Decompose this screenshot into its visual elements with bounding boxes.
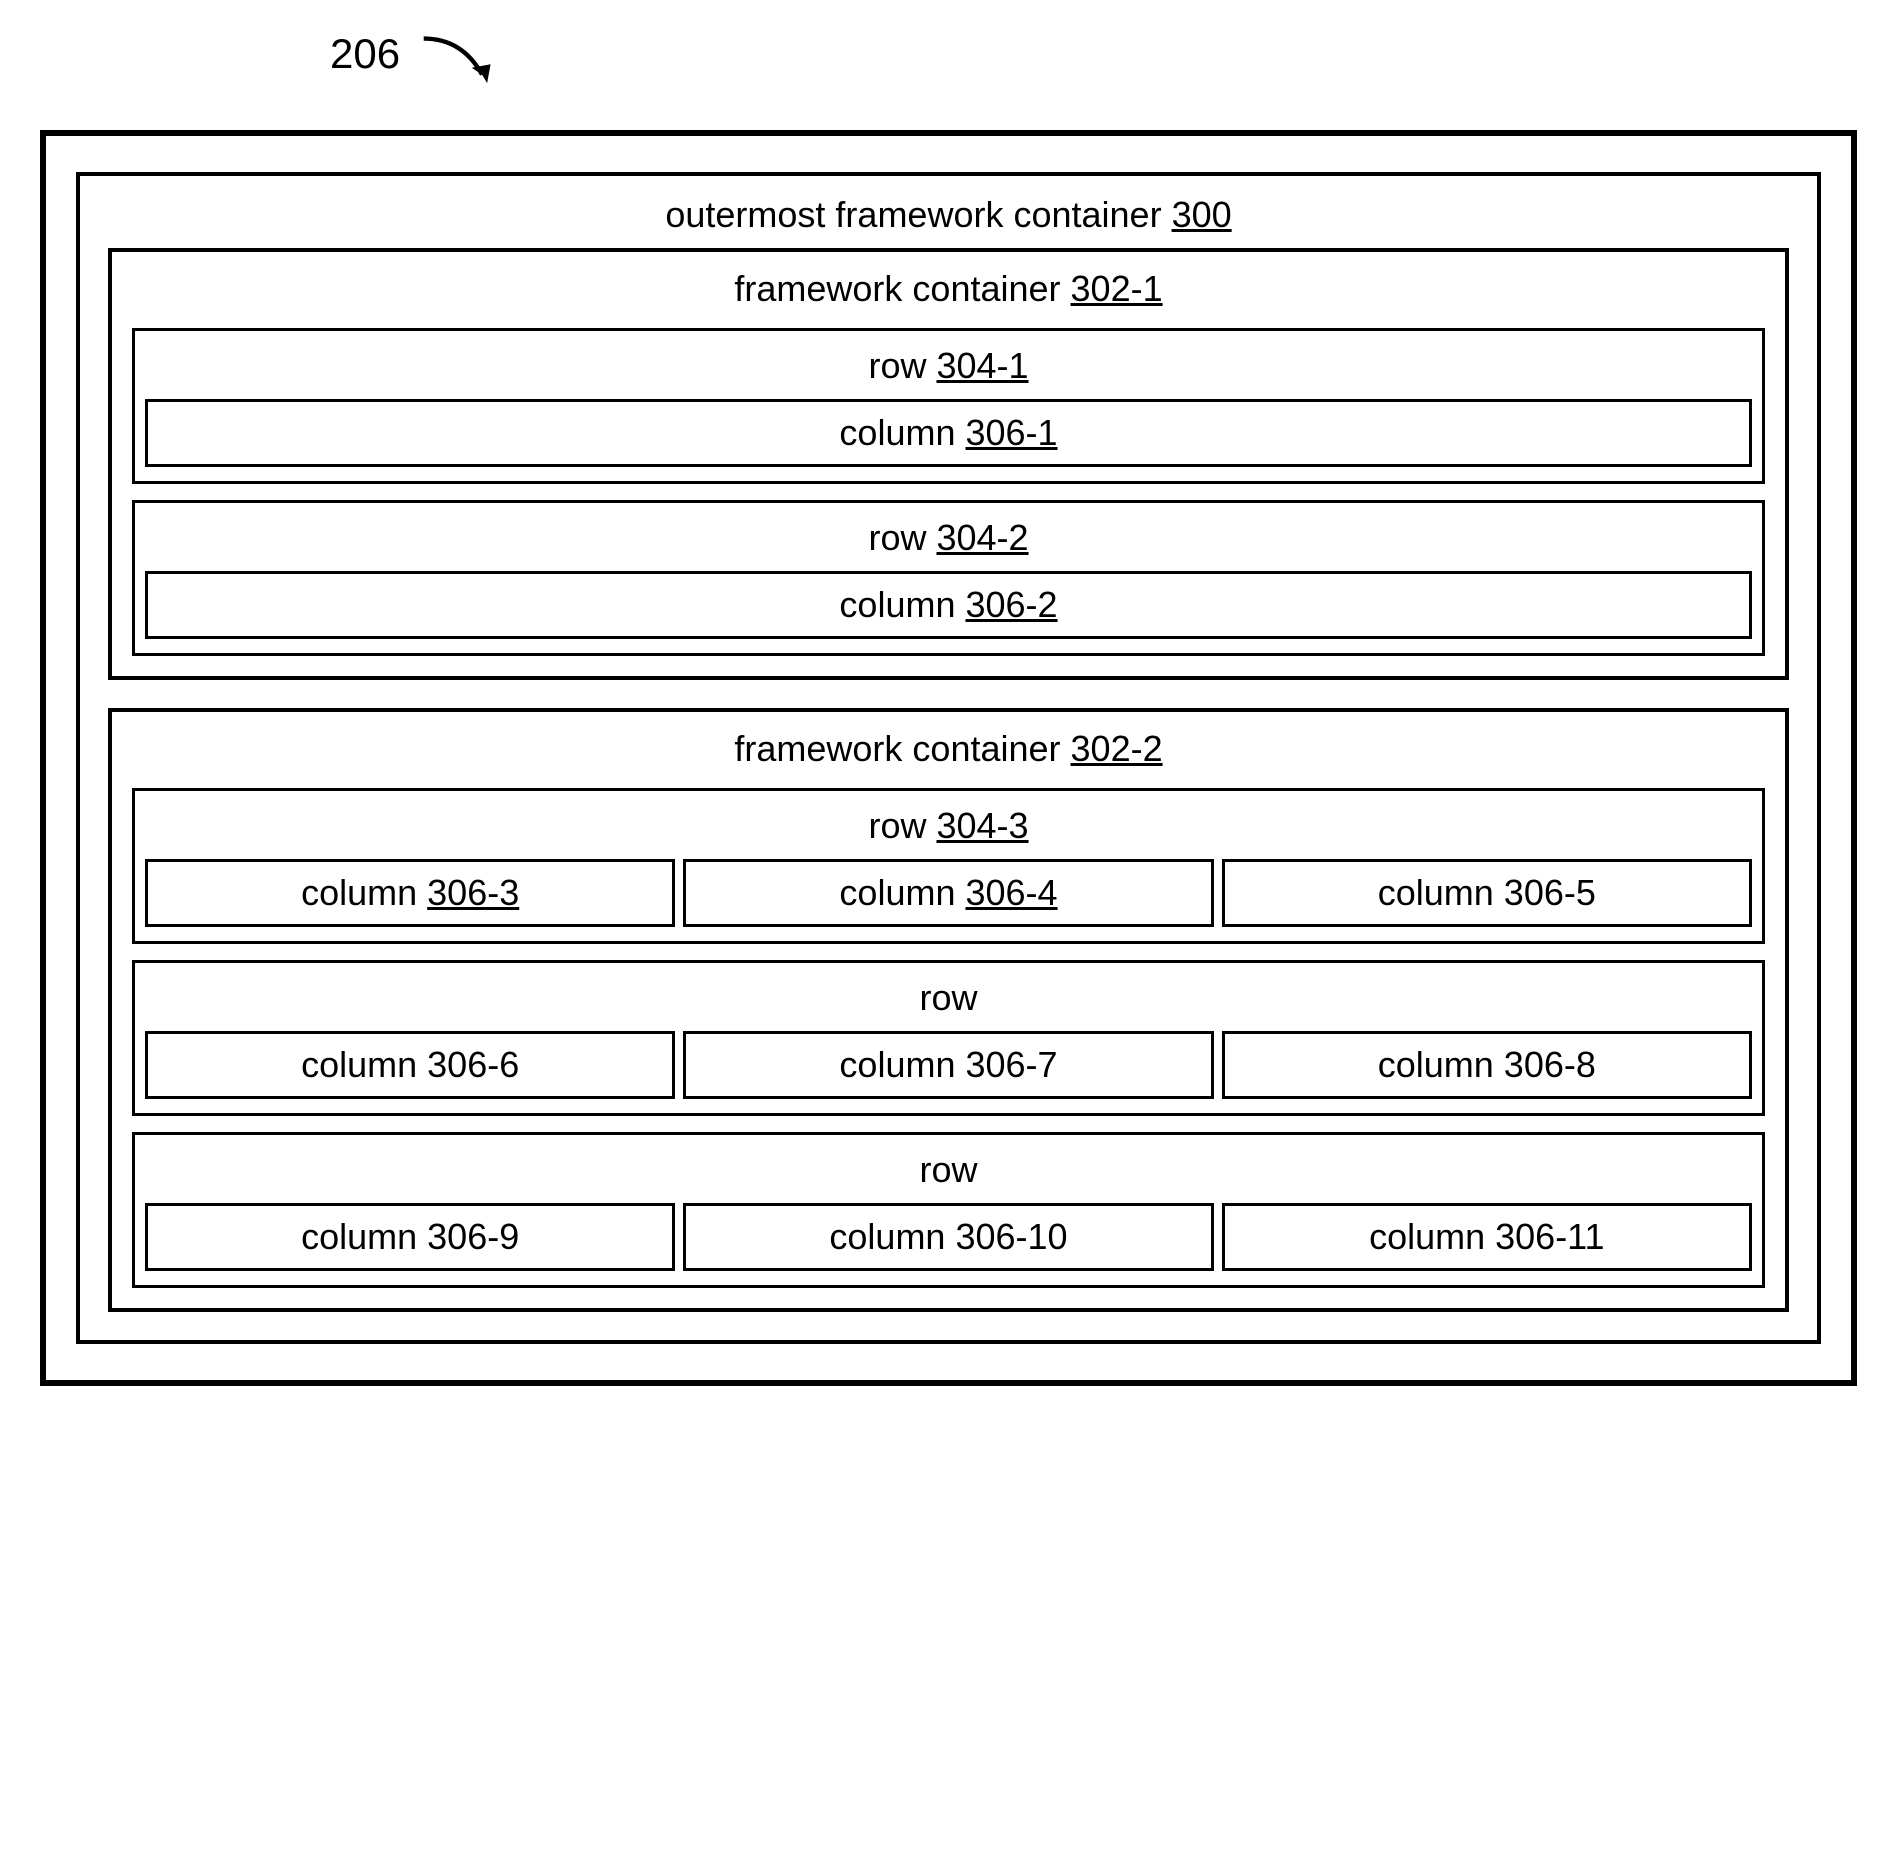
framework-container-2: framework container 302-2 row 304-3 colu… [108, 708, 1789, 1312]
outermost-label-ref: 300 [1172, 194, 1232, 235]
row-label-text: row [919, 1149, 977, 1190]
column-306-3: column 306-3 [145, 859, 675, 927]
figure-callout: 206 [330, 30, 508, 90]
column-label-ref: 306-2 [965, 584, 1057, 625]
column-306-2: column 306-2 [145, 571, 1752, 639]
column-306-10: column 306-10 [683, 1203, 1213, 1271]
column-306-6: column 306-6 [145, 1031, 675, 1099]
row-label-ref: 304-1 [936, 345, 1028, 386]
column-label-text: column [301, 872, 427, 913]
column-label-text: column 306-10 [829, 1216, 1067, 1257]
framework-label: framework container 302-1 [132, 260, 1765, 322]
outermost-label-text: outermost framework container [665, 194, 1171, 235]
column-306-5: column 306-5 [1222, 859, 1752, 927]
column-label-text: column 306-7 [839, 1044, 1057, 1085]
column-label-ref: 306-1 [965, 412, 1057, 453]
outermost-label: outermost framework container 300 [108, 186, 1789, 248]
column-label-text: column [839, 412, 965, 453]
row-304-2: row 304-2 column 306-2 [132, 500, 1765, 656]
column-label-text: column 306-11 [1369, 1216, 1604, 1257]
column-306-1: column 306-1 [145, 399, 1752, 467]
column-306-9: column 306-9 [145, 1203, 675, 1271]
framework-label-text: framework container [734, 728, 1070, 769]
column-label-text: column 306-5 [1378, 872, 1596, 913]
row-generic: row column 306-9 column 306-10 column 30… [132, 1132, 1765, 1288]
row-label: row [145, 1141, 1752, 1203]
row-304-3: row 304-3 column 306-3 column 306-4 colu… [132, 788, 1765, 944]
column-label-text: column [839, 872, 965, 913]
row-label-ref: 304-3 [936, 805, 1028, 846]
column-label-text: column 306-6 [301, 1044, 519, 1085]
column-306-8: column 306-8 [1222, 1031, 1752, 1099]
row-label-text: row [919, 977, 977, 1018]
row-label-text: row [868, 805, 936, 846]
row-label: row 304-2 [145, 509, 1752, 571]
column-306-4: column 306-4 [683, 859, 1213, 927]
row-label-text: row [868, 345, 936, 386]
framework-container-1: framework container 302-1 row 304-1 colu… [108, 248, 1789, 680]
column-label-text: column 306-9 [301, 1216, 519, 1257]
row-label-ref: 304-2 [936, 517, 1028, 558]
column-306-7: column 306-7 [683, 1031, 1213, 1099]
diagram-canvas: outermost framework container 300 framew… [40, 130, 1857, 1386]
row-label: row 304-3 [145, 797, 1752, 859]
column-label-ref: 306-3 [427, 872, 519, 913]
column-label-text: column [839, 584, 965, 625]
row-304-1: row 304-1 column 306-1 [132, 328, 1765, 484]
callout-arrow-icon [408, 30, 508, 90]
framework-label-text: framework container [734, 268, 1070, 309]
column-306-11: column 306-11 [1222, 1203, 1752, 1271]
framework-label-ref: 302-1 [1071, 268, 1163, 309]
row-label: row 304-1 [145, 337, 1752, 399]
row-label-text: row [868, 517, 936, 558]
outermost-framework-container: outermost framework container 300 framew… [76, 172, 1821, 1344]
column-label-ref: 306-4 [965, 872, 1057, 913]
callout-number: 206 [330, 30, 400, 78]
framework-label: framework container 302-2 [132, 720, 1765, 782]
framework-label-ref: 302-2 [1071, 728, 1163, 769]
row-label: row [145, 969, 1752, 1031]
column-label-text: column 306-8 [1378, 1044, 1596, 1085]
row-generic: row column 306-6 column 306-7 column 306… [132, 960, 1765, 1116]
